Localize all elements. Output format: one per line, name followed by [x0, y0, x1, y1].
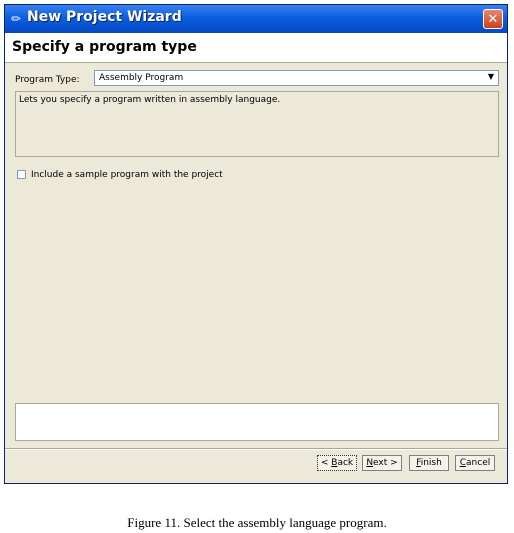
program-type-label: Program Type: — [15, 75, 80, 85]
cancel-button[interactable]: Cancel — [455, 455, 495, 471]
description-box: Lets you specify a program written in as… — [15, 91, 499, 157]
program-type-value: Assembly Program — [99, 73, 184, 83]
back-button[interactable]: < Back — [317, 455, 357, 471]
include-sample-label[interactable]: Include a sample program with the projec… — [31, 170, 223, 180]
chevron-down-icon[interactable]: ▼ — [488, 72, 494, 81]
button-separator — [5, 448, 507, 450]
message-area — [15, 403, 499, 441]
finish-button[interactable]: Finish — [409, 455, 449, 471]
title-bar[interactable]: ✏ New Project Wizard ✕ — [5, 5, 507, 33]
description-text: Lets you specify a program written in as… — [19, 95, 281, 105]
page-header: Specify a program type — [5, 33, 507, 63]
wizard-window: ✏ New Project Wizard ✕ Specify a program… — [4, 4, 508, 484]
page-title: Specify a program type — [12, 39, 197, 55]
figure-caption: Figure 11. Select the assembly language … — [127, 515, 387, 530]
close-button[interactable]: ✕ — [483, 9, 503, 29]
program-type-select[interactable]: Assembly Program ▼ — [94, 70, 499, 86]
window-title: New Project Wizard — [27, 9, 182, 25]
pencil-icon: ✏ — [11, 12, 22, 26]
next-button[interactable]: Next > — [362, 455, 402, 471]
include-sample-checkbox[interactable] — [17, 170, 26, 179]
